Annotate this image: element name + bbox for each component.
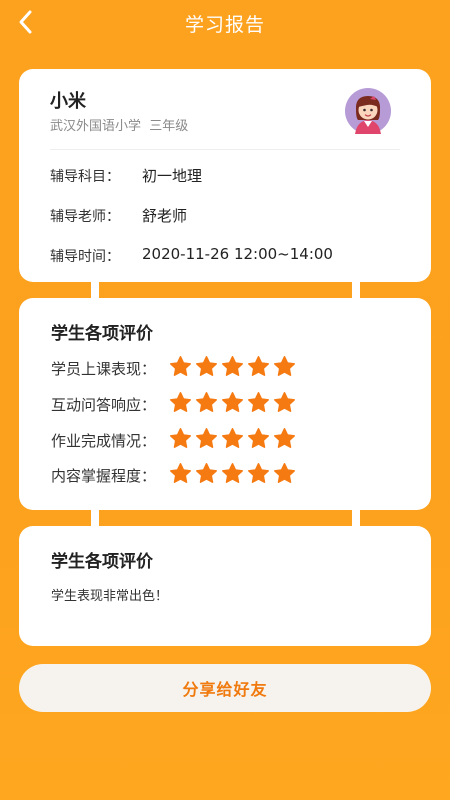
star-icon <box>248 428 269 448</box>
subject-label: 辅导科目： <box>50 169 120 185</box>
star-icon <box>222 392 243 412</box>
star-icon <box>170 356 191 376</box>
star-icon <box>196 428 217 448</box>
rating-label: 学员上课表现： <box>51 360 157 378</box>
comment-title: 学生各项评价 <box>51 552 153 572</box>
star-icon <box>222 463 243 483</box>
star-icon <box>248 463 269 483</box>
rating-stars <box>169 391 299 414</box>
star-icon <box>170 463 191 483</box>
card-connector <box>352 508 360 526</box>
teacher-label: 辅导老师： <box>50 209 120 225</box>
star-icon <box>170 428 191 448</box>
top-bar: 学习报告 <box>0 0 450 46</box>
star-icon <box>222 356 243 376</box>
star-icon <box>274 392 295 412</box>
teacher-value: 舒老师 <box>142 207 188 225</box>
rating-stars <box>169 462 299 485</box>
star-icon <box>196 463 217 483</box>
avatar <box>345 88 391 134</box>
profile-card: 小米 武汉外国语小学 三年级 辅导科目： 初一地理 辅导老师： 舒老师 辅导时间… <box>19 69 431 282</box>
star-icon <box>248 356 269 376</box>
card-connector <box>91 508 99 526</box>
rating-stars <box>169 355 299 378</box>
grade-label: 三年级 <box>149 119 189 134</box>
page-title: 学习报告 <box>184 14 265 36</box>
divider <box>50 149 400 150</box>
rating-label: 互动问答响应： <box>51 396 157 414</box>
time-label: 辅导时间： <box>50 249 120 265</box>
school-name: 武汉外国语小学 <box>50 119 142 134</box>
rating-stars <box>169 427 299 450</box>
evaluation-title: 学生各项评价 <box>51 324 153 344</box>
student-school: 武汉外国语小学 三年级 <box>50 115 188 134</box>
card-connector <box>91 280 99 298</box>
time-value: 2020-11-26 12:00~14:00 <box>142 245 333 263</box>
evaluation-card: 学生各项评价 学员上课表现： 互动问答响应： 作业完成情况： 内容掌握程度： <box>19 298 431 510</box>
star-icon <box>222 428 243 448</box>
comment-text: 学生表现非常出色！ <box>51 589 169 604</box>
comment-card: 学生各项评价 学生表现非常出色！ <box>19 526 431 646</box>
card-connector <box>352 280 360 298</box>
star-icon <box>196 356 217 376</box>
star-icon <box>274 463 295 483</box>
rating-label: 作业完成情况： <box>51 432 157 450</box>
student-name: 小米 <box>50 91 86 112</box>
share-button[interactable]: 分享给好友 <box>19 664 431 712</box>
star-icon <box>248 392 269 412</box>
subject-value: 初一地理 <box>142 167 203 185</box>
rating-label: 内容掌握程度： <box>51 467 157 485</box>
share-button-label: 分享给好友 <box>182 680 268 699</box>
star-icon <box>196 392 217 412</box>
star-icon <box>274 356 295 376</box>
star-icon <box>274 428 295 448</box>
star-icon <box>170 392 191 412</box>
